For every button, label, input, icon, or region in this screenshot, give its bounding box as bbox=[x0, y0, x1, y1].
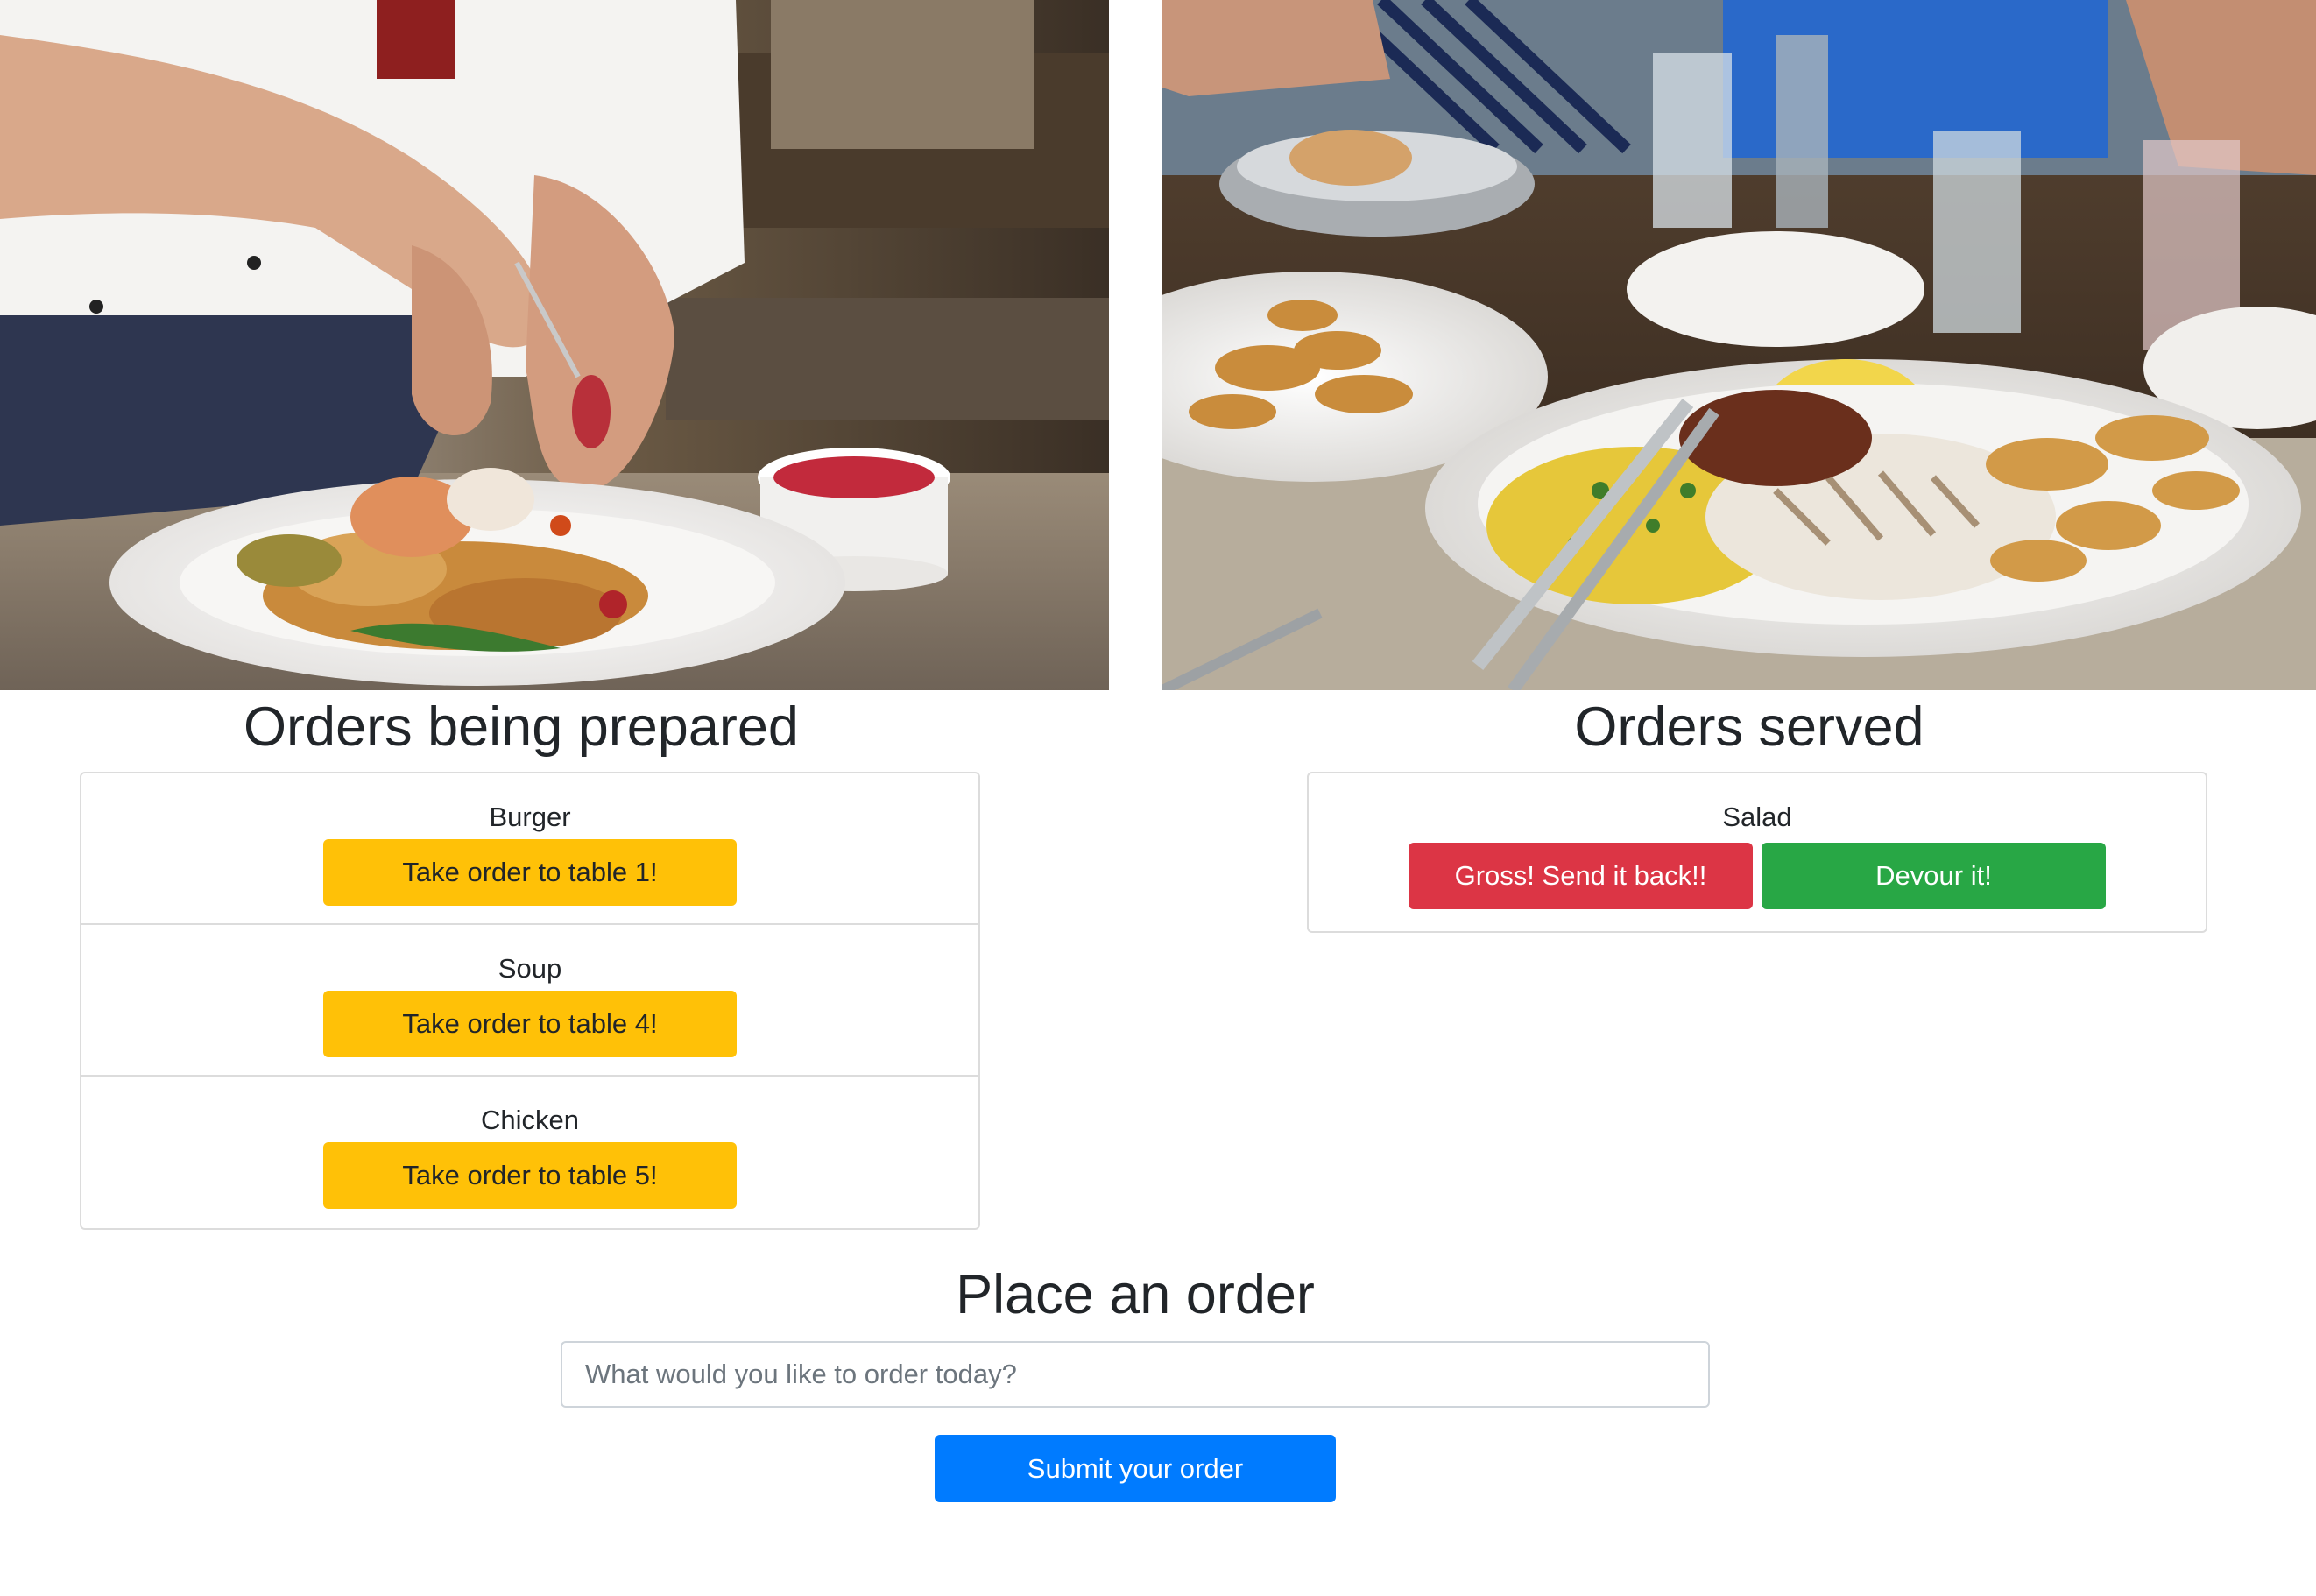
chef-plating-dish-photo bbox=[0, 0, 1109, 690]
take-order-button[interactable]: Take order to table 4! bbox=[323, 991, 737, 1057]
send-back-button[interactable]: Gross! Send it back!! bbox=[1409, 843, 1753, 909]
served-orders-list: Salad Gross! Send it back!! Devour it! bbox=[1307, 772, 2207, 933]
preparing-orders-list: Burger Take order to table 1! Soup Take … bbox=[80, 772, 980, 1230]
order-item-name: Chicken bbox=[481, 1105, 579, 1135]
list-item: Salad Gross! Send it back!! Devour it! bbox=[1309, 773, 2206, 931]
page: Orders being prepared Burger Take order … bbox=[0, 0, 2316, 1596]
order-input[interactable] bbox=[561, 1341, 1710, 1408]
order-item-name: Burger bbox=[489, 802, 571, 832]
place-order-title: Place an order bbox=[956, 1264, 1315, 1325]
list-item: Soup Take order to table 4! bbox=[81, 925, 978, 1077]
order-item-name: Soup bbox=[498, 953, 562, 984]
served-actions: Gross! Send it back!! Devour it! bbox=[1309, 843, 2206, 909]
devour-button[interactable]: Devour it! bbox=[1762, 843, 2106, 909]
submit-order-button[interactable]: Submit your order bbox=[935, 1435, 1336, 1502]
seafood-platter-table-photo bbox=[1162, 0, 2316, 690]
list-item: Chicken Take order to table 5! bbox=[81, 1077, 978, 1228]
take-order-button[interactable]: Take order to table 5! bbox=[323, 1142, 737, 1209]
preparing-title: Orders being prepared bbox=[244, 696, 799, 758]
list-item: Burger Take order to table 1! bbox=[81, 773, 978, 925]
take-order-button[interactable]: Take order to table 1! bbox=[323, 839, 737, 906]
served-title: Orders served bbox=[1574, 696, 1924, 758]
order-item-name: Salad bbox=[1722, 802, 1792, 832]
